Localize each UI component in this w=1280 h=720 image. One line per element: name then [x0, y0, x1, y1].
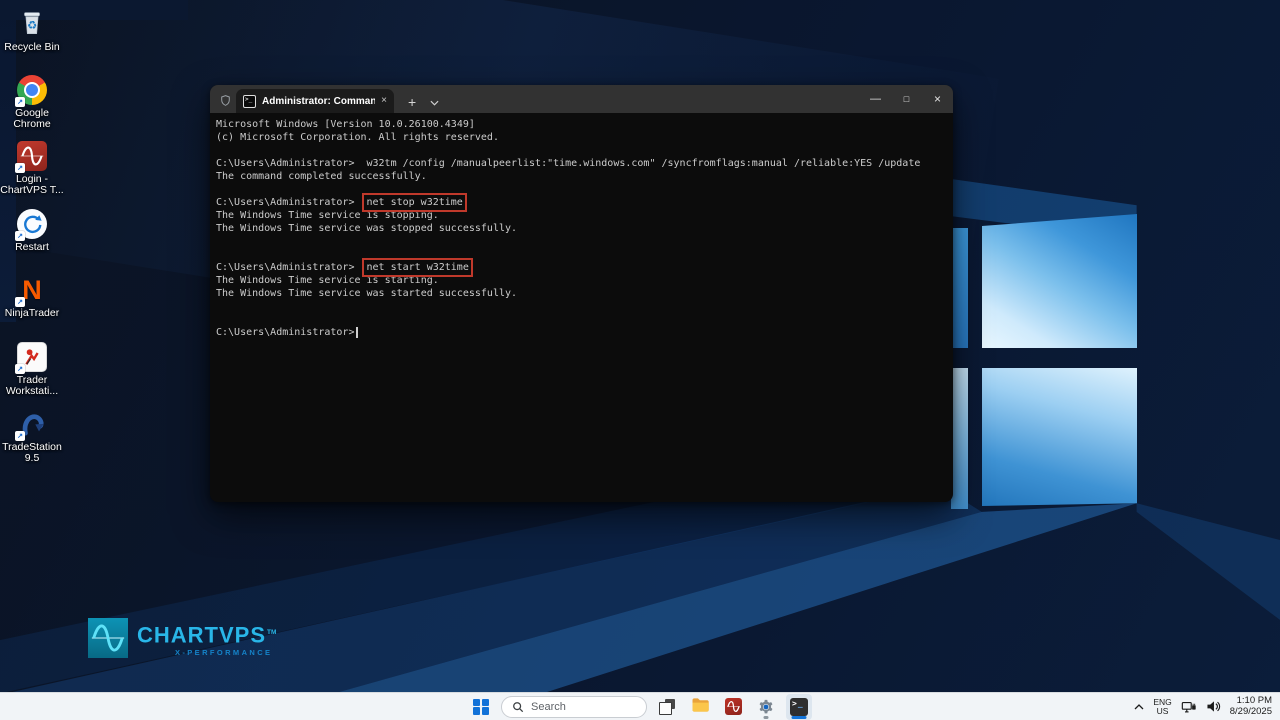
taskbar-terminal-button[interactable]: >_ [786, 694, 812, 720]
cmd-icon: >_ [243, 95, 256, 108]
tab-dropdown-button[interactable] [430, 100, 439, 106]
terminal-line: (c) Microsoft Corporation. All rights re… [216, 131, 947, 144]
taskbar-settings-button[interactable] [753, 694, 779, 720]
shortcut-arrow-icon: ↗ [15, 364, 25, 374]
running-indicator [764, 716, 769, 719]
language-indicator[interactable]: ENG US [1153, 698, 1171, 716]
desktop-icon-trader-workstation[interactable]: ↗ Trader Workstati... [0, 341, 64, 397]
volume-icon[interactable] [1206, 700, 1221, 713]
terminal-line-blank [216, 248, 947, 261]
terminal-line: The Windows Time service is starting. [216, 274, 947, 287]
desktop-icon-label: Google Chrome [0, 108, 64, 130]
chartvps-watermark: CHARTVPSTM X-PERFORMANCE [88, 618, 276, 658]
recycle-bin-icon: ♻ [17, 7, 47, 42]
terminal-line: Microsoft Windows [Version 10.0.26100.43… [216, 118, 947, 131]
terminal-prompt: C:\Users\Administrator> [216, 262, 354, 273]
terminal-command-highlighted: net stop w32time [366, 197, 462, 208]
terminal-output[interactable]: Microsoft Windows [Version 10.0.26100.43… [210, 113, 953, 344]
desktop-icon-tradestation[interactable]: ↗ TradeStation 9.5 [0, 408, 64, 464]
terminal-line-blank [216, 300, 947, 313]
terminal-line: C:\Users\Administrator> net start w32time [216, 261, 947, 274]
terminal-line-blank [216, 313, 947, 326]
network-icon[interactable] [1181, 700, 1197, 714]
windows-logo-pane [951, 228, 968, 348]
taskbar-chartvps-button[interactable] [720, 694, 746, 720]
terminal-line: C:\Users\Administrator> [216, 326, 947, 339]
terminal-tab[interactable]: >_ Administrator: Command Pro × [236, 89, 394, 113]
terminal-cursor [356, 327, 358, 338]
taskbar-desktops-button[interactable] [654, 694, 680, 720]
windows-logo-pane [982, 214, 1137, 348]
terminal-prompt: C:\Users\Administrator> [216, 327, 354, 338]
start-button[interactable] [468, 694, 494, 720]
desktop-icon-recycle-bin[interactable]: ♻ Recycle Bin [0, 8, 64, 53]
terminal-command: w32tm /config /manualpeerlist:"time.wind… [366, 158, 920, 169]
maximize-button[interactable]: □ [891, 85, 922, 113]
search-placeholder: Search [531, 701, 566, 713]
terminal-line: The Windows Time service was started suc… [216, 287, 947, 300]
desktop-icon-google-chrome[interactable]: ↗ Google Chrome [0, 74, 64, 130]
windows-logo-pane [951, 368, 968, 509]
taskbar: Search [0, 692, 1280, 720]
terminal-line-blank [216, 144, 947, 157]
terminal-line: The Windows Time service was stopped suc… [216, 222, 947, 235]
tab-close-icon[interactable]: × [381, 96, 387, 106]
shortcut-arrow-icon: ↗ [15, 163, 25, 173]
system-tray: ENG US 1:10 PM 8/29/2025 [1134, 693, 1272, 720]
terminal-prompt: C:\Users\Administrator> [216, 158, 354, 169]
terminal-taskbar-icon: >_ [790, 698, 808, 716]
desktop-icon-label: Restart [15, 242, 49, 253]
terminal-command-highlighted: net start w32time [366, 262, 468, 273]
close-button[interactable]: × [922, 85, 953, 113]
windows-logo-pane [982, 368, 1137, 506]
search-icon [512, 701, 524, 713]
tab-title: Administrator: Command Pro [262, 96, 375, 107]
desktop-icon-label: Recycle Bin [4, 42, 59, 53]
desktops-icon [659, 699, 675, 715]
desktop: ♻ Recycle Bin ↗ Google Chrome ↗ Login - … [0, 0, 1280, 720]
taskbar-center-group: Search [468, 693, 812, 720]
desktop-icon-restart[interactable]: ↗ Restart [0, 208, 64, 253]
window-caption-buttons: — □ × [860, 85, 953, 113]
clock[interactable]: 1:10 PM 8/29/2025 [1230, 696, 1272, 717]
desktop-icon-chartvps-login[interactable]: ↗ Login - ChartVPS T... [0, 140, 64, 196]
watermark-subtitle: X-PERFORMANCE [137, 648, 276, 657]
desktop-icon-label: NinjaTrader [5, 308, 59, 319]
shortcut-arrow-icon: ↗ [15, 97, 25, 107]
new-tab-button[interactable]: + [408, 95, 416, 109]
tray-chevron-icon[interactable] [1134, 704, 1144, 710]
terminal-titlebar[interactable]: >_ Administrator: Command Pro × + — □ × [210, 85, 953, 113]
shortcut-arrow-icon: ↗ [15, 431, 25, 441]
taskbar-file-explorer-button[interactable] [687, 694, 713, 720]
admin-shield-icon [219, 94, 232, 107]
chartvps-taskbar-icon [725, 698, 742, 715]
terminal-line: C:\Users\Administrator> net stop w32time [216, 196, 947, 209]
active-window-indicator [792, 716, 807, 719]
terminal-line-blank [216, 183, 947, 196]
watermark-tm: TM [267, 629, 276, 636]
terminal-line: C:\Users\Administrator> w32tm /config /ma… [216, 157, 947, 170]
taskbar-search[interactable]: Search [501, 696, 647, 718]
svg-text:♻: ♻ [27, 19, 37, 32]
desktop-icon-label: TradeStation 9.5 [0, 442, 64, 464]
settings-gear-icon [757, 698, 775, 716]
minimize-button[interactable]: — [860, 85, 891, 113]
terminal-line: The command completed successfully. [216, 170, 947, 183]
terminal-line: The Windows Time service is stopping. [216, 209, 947, 222]
tray-date: 8/29/2025 [1230, 707, 1272, 718]
chartvps-logo-icon [88, 618, 128, 658]
tray-time: 1:10 PM [1230, 696, 1272, 707]
desktop-icon-label: Login - ChartVPS T... [0, 174, 64, 196]
desktop-icon-ninjatrader[interactable]: N ↗ NinjaTrader [0, 274, 64, 319]
watermark-brand: CHARTVPS [137, 622, 266, 647]
desktop-icon-label: Trader Workstati... [0, 375, 64, 397]
windows-start-icon [473, 699, 489, 715]
file-explorer-icon [691, 697, 710, 716]
terminal-line-blank [216, 235, 947, 248]
ninjatrader-icon: N [22, 275, 42, 305]
terminal-prompt: C:\Users\Administrator> [216, 197, 354, 208]
shortcut-arrow-icon: ↗ [15, 231, 25, 241]
shortcut-arrow-icon: ↗ [15, 297, 25, 307]
terminal-window: >_ Administrator: Command Pro × + — □ × … [210, 85, 953, 502]
